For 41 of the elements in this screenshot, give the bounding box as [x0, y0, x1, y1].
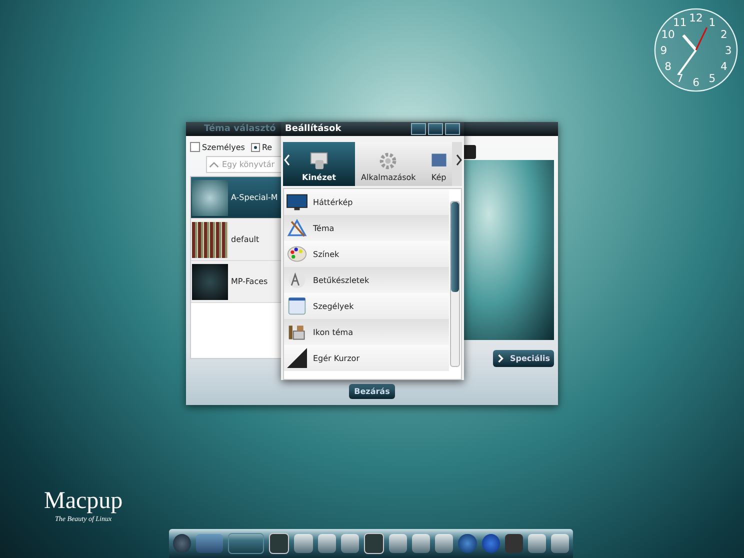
- settings-item[interactable]: Szegélyek: [284, 293, 449, 319]
- category-tab[interactable]: Kép: [422, 142, 452, 186]
- theme-thumbnail: [192, 264, 228, 300]
- chevron-right-icon: [496, 354, 504, 363]
- theme-item[interactable]: default: [191, 219, 281, 261]
- theme-thumbnail: [192, 222, 228, 258]
- palette-icon: [286, 244, 308, 264]
- logo-title: Macpup: [44, 488, 123, 515]
- window-title: Beállítások: [285, 124, 342, 134]
- checkbox-label: Személyes: [202, 142, 245, 152]
- close-button[interactable]: Bezárás: [349, 384, 395, 398]
- scroll-right-button[interactable]: [456, 154, 462, 166]
- checkbox[interactable]: [190, 142, 200, 152]
- clock-widget: 11 12 1 10 2 9 3 8 4 7 6 5: [652, 6, 740, 94]
- settings-item[interactable]: Egér Kurzor: [284, 345, 449, 371]
- cursor-icon: [286, 348, 308, 368]
- folder-field[interactable]: Egy könyvtár: [206, 156, 282, 173]
- scroll-left-button[interactable]: [284, 154, 290, 166]
- font-icon: [286, 270, 308, 290]
- minimize-button[interactable]: [411, 123, 426, 135]
- close-button[interactable]: [445, 123, 460, 135]
- settings-item[interactable]: Színek: [284, 241, 449, 267]
- ruler-icon: [286, 218, 308, 238]
- radio-label: Re: [262, 142, 272, 152]
- window-title: Téma választó: [203, 124, 276, 134]
- theme-item[interactable]: MP-Faces: [191, 261, 281, 303]
- appearance-icon: [308, 151, 330, 171]
- settings-item[interactable]: Betűkészletek: [284, 267, 449, 293]
- category-tab[interactable]: Alkalmazások: [355, 142, 422, 186]
- theme-item[interactable]: A-Special-M: [191, 177, 281, 219]
- settings-item[interactable]: Ikon téma: [284, 319, 449, 345]
- window-frame-icon: [286, 296, 308, 316]
- theme-thumbnail: [192, 180, 228, 216]
- category-tab[interactable]: Kinézet: [283, 142, 355, 186]
- special-button[interactable]: Speciális: [492, 350, 554, 367]
- settings-item[interactable]: Háttérkép: [284, 189, 449, 215]
- chevron-up-icon: [209, 161, 219, 168]
- radio-button[interactable]: [250, 142, 260, 152]
- scrollbar[interactable]: [450, 201, 460, 367]
- settings-item[interactable]: Téma: [284, 215, 449, 241]
- maximize-button[interactable]: [428, 123, 443, 135]
